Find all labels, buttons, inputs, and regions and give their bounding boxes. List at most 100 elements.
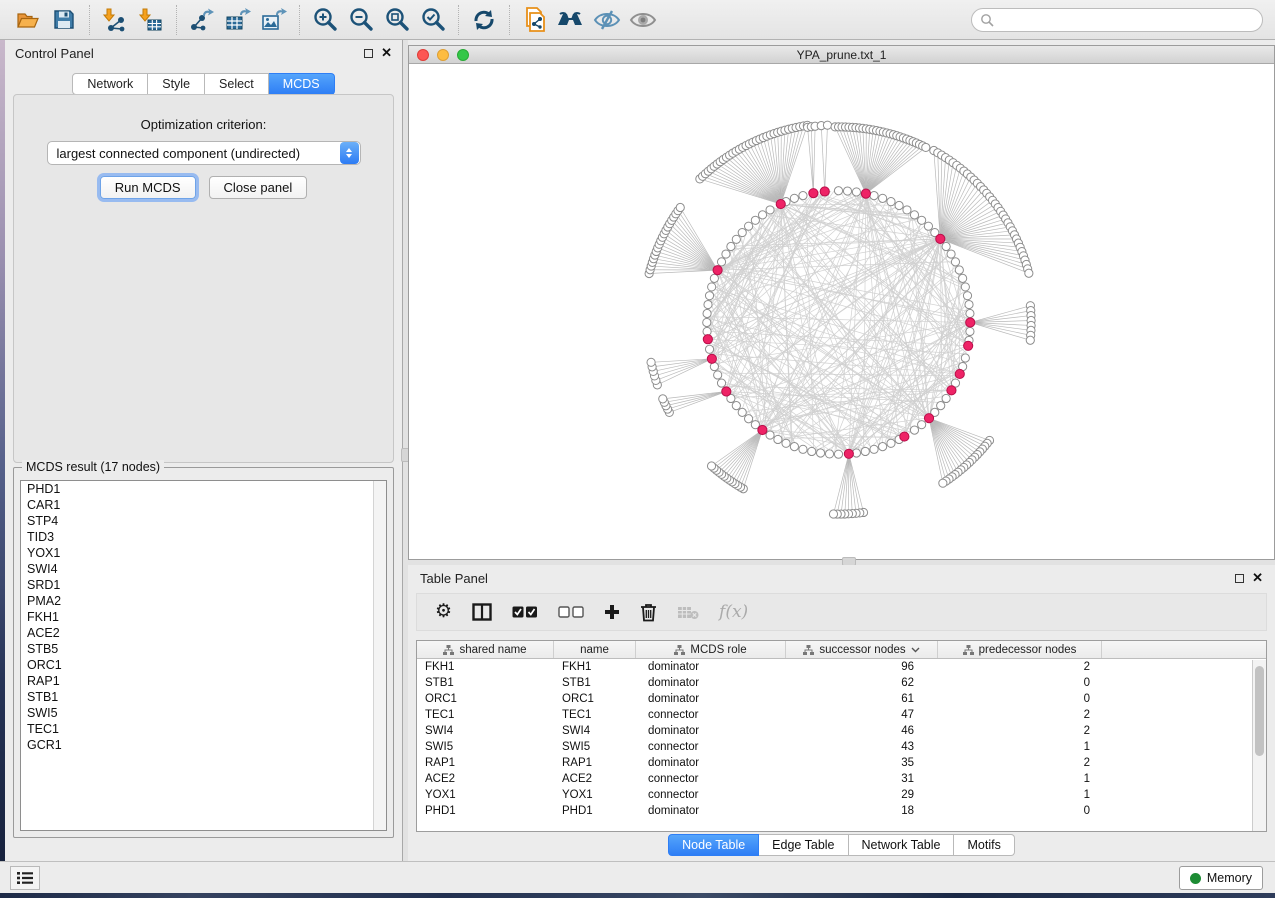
add-column-icon[interactable] [604,604,620,620]
float-panel-icon[interactable] [1235,574,1244,583]
shared-column-icon [443,645,454,655]
table-row[interactable]: SWI4 SWI4 dominator 46 2 [417,723,1266,739]
hide-details-eye-slash-icon[interactable] [589,4,625,36]
mcds-result-item[interactable]: ACE2 [21,625,386,641]
toolbar-separator [299,5,300,35]
zoom-selected-icon[interactable] [415,4,451,36]
mcds-result-item[interactable]: GCR1 [21,737,386,753]
mcds-result-list[interactable]: PHD1CAR1STP4TID3YOX1SWI4SRD1PMA2FKH1ACE2… [20,480,387,831]
mcds-result-item[interactable]: TEC1 [21,721,386,737]
search-icon [980,13,994,27]
node-table[interactable]: shared name name MCDS role successor nod… [416,640,1267,832]
mcds-result-item[interactable]: SRD1 [21,577,386,593]
table-toolbar: ⚙ f(x) [416,593,1267,631]
mcds-list-scrollbar[interactable] [373,481,386,830]
search-input[interactable] [994,10,1262,30]
table-row[interactable]: SWI5 SWI5 connector 43 1 [417,739,1266,755]
task-history-button[interactable] [10,866,40,890]
mcds-result-item[interactable]: SWI5 [21,705,386,721]
column-header-shared-name[interactable]: shared name [417,641,554,658]
column-header-predecessor-nodes[interactable]: predecessor nodes [938,641,1102,658]
table-row[interactable]: YOX1 YOX1 connector 29 1 [417,787,1266,803]
table-tabbar: Node Table Edge Table Network Table Moti… [408,834,1275,856]
table-row[interactable]: ACE2 ACE2 connector 31 1 [417,771,1266,787]
list-icon [16,871,34,885]
deselect-all-icon[interactable] [558,606,584,618]
memory-button[interactable]: Memory [1179,866,1263,890]
mcds-result-item[interactable]: FKH1 [21,609,386,625]
criterion-dropdown[interactable]: largest connected component (undirected) [47,141,361,165]
delete-column-trash-icon[interactable] [640,603,657,622]
search-network-icon[interactable] [553,4,589,36]
close-panel-button[interactable]: Close panel [209,176,308,199]
mcds-result-item[interactable]: YOX1 [21,545,386,561]
zoom-in-icon[interactable] [307,4,343,36]
table-row[interactable]: ORC1 ORC1 dominator 61 0 [417,691,1266,707]
tab-select[interactable]: Select [205,73,269,95]
clone-network-icon[interactable] [517,4,553,36]
table-header-row: shared name name MCDS role successor nod… [417,641,1266,659]
table-options-gear-icon[interactable]: ⚙ [435,603,452,621]
float-panel-icon[interactable] [364,49,373,58]
scrollbar-thumb[interactable] [1255,666,1264,756]
save-session-icon[interactable] [46,4,82,36]
export-image-icon[interactable] [256,4,292,36]
column-header-mcds-role[interactable]: MCDS role [636,641,786,658]
tab-edge-table[interactable]: Edge Table [759,834,848,856]
import-network-icon[interactable] [97,4,133,36]
mcds-result-item[interactable]: PHD1 [21,481,386,497]
zoom-out-icon[interactable] [343,4,379,36]
open-file-icon[interactable] [10,4,46,36]
tab-style[interactable]: Style [148,73,205,95]
mcds-result-item[interactable]: TID3 [21,529,386,545]
mcds-result-item[interactable]: PMA2 [21,593,386,609]
mcds-result-item[interactable]: CAR1 [21,497,386,513]
show-graphics-eye-icon[interactable] [625,4,661,36]
table-panel-title: Table Panel [420,571,488,586]
show-columns-icon[interactable] [472,603,492,621]
mcds-result-item[interactable]: ORC1 [21,657,386,673]
tab-mcds[interactable]: MCDS [269,73,335,95]
tab-node-table[interactable]: Node Table [668,834,759,856]
export-table-icon[interactable] [220,4,256,36]
function-builder-icon: f(x) [719,602,748,622]
column-header-name[interactable]: name [554,641,636,658]
network-window-titlebar[interactable]: YPA_prune.txt_1 [409,46,1274,64]
mcds-result-title: MCDS result (17 nodes) [22,460,164,474]
tab-network[interactable]: Network [72,73,148,95]
table-scrollbar[interactable] [1252,660,1266,831]
import-table-icon[interactable] [133,4,169,36]
export-network-icon[interactable] [184,4,220,36]
mcds-result-item[interactable]: SWI4 [21,561,386,577]
toolbar-separator [176,5,177,35]
mcds-result-item[interactable]: RAP1 [21,673,386,689]
run-mcds-button[interactable]: Run MCDS [100,176,196,199]
table-row[interactable]: FKH1 FKH1 dominator 96 2 [417,659,1266,675]
network-graph[interactable] [409,64,1274,559]
window-minimize-icon[interactable] [437,49,449,61]
mcds-result-item[interactable]: STB1 [21,689,386,705]
select-all-icon[interactable] [512,606,538,618]
table-row[interactable]: STB1 STB1 dominator 62 0 [417,675,1266,691]
mcds-result-item[interactable]: STP4 [21,513,386,529]
close-panel-icon[interactable]: ✕ [381,48,392,58]
mcds-result-group: MCDS result (17 nodes) PHD1CAR1STP4TID3Y… [13,467,394,838]
tab-motifs[interactable]: Motifs [954,834,1014,856]
close-panel-icon[interactable]: ✕ [1252,573,1263,583]
column-header-successor-nodes[interactable]: successor nodes [786,641,938,658]
network-search-field[interactable] [971,8,1263,32]
sort-chevron-icon [911,647,920,653]
table-row[interactable]: PHD1 PHD1 dominator 18 0 [417,803,1266,819]
zoom-fit-icon[interactable] [379,4,415,36]
tab-network-table[interactable]: Network Table [849,834,955,856]
window-close-icon[interactable] [417,49,429,61]
refresh-icon[interactable] [466,4,502,36]
window-maximize-icon[interactable] [457,49,469,61]
table-row[interactable]: TEC1 TEC1 connector 47 2 [417,707,1266,723]
dropdown-stepper-icon [340,142,359,164]
table-row[interactable]: RAP1 RAP1 dominator 35 2 [417,755,1266,771]
criterion-selected-value: largest connected component (undirected) [48,146,340,161]
mcds-result-item[interactable]: STB5 [21,641,386,657]
memory-label: Memory [1207,871,1252,885]
network-canvas[interactable] [409,64,1274,559]
